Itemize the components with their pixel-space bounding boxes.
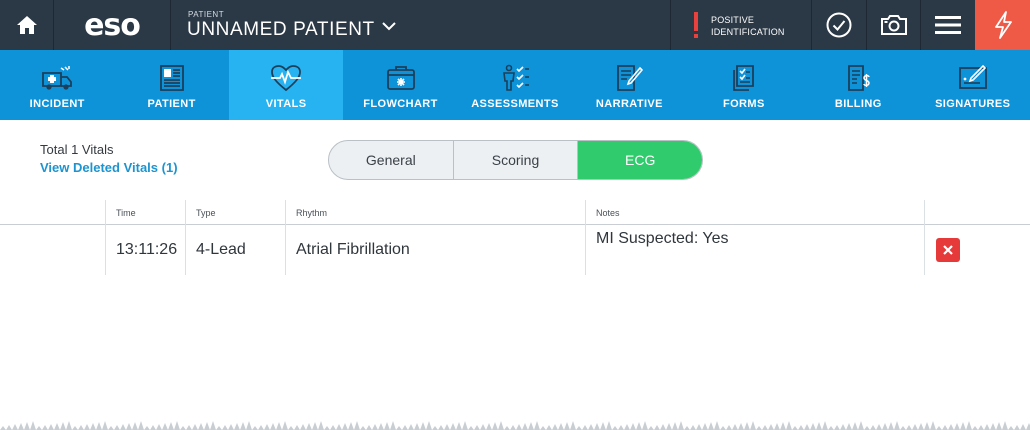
ambulance-icon	[42, 66, 73, 90]
tab-flowchart[interactable]: FLOWCHART	[343, 50, 457, 120]
patient-card-icon	[159, 65, 184, 91]
tab-vitals-label: VITALS	[265, 98, 307, 110]
hamburger-menu-icon	[935, 16, 961, 34]
close-icon	[943, 245, 953, 255]
home-icon	[16, 16, 37, 34]
checklist-form-icon	[732, 65, 754, 91]
patient-caption: PATIENT	[188, 10, 225, 19]
billing-document-icon	[848, 65, 871, 91]
top-bar: eso PATIENT UNNAMED PATIENT POSITIVE IDE…	[0, 0, 1030, 50]
logo-text: eso	[84, 7, 141, 43]
vitals-view-segmented-control: General Scoring ECG	[328, 140, 703, 180]
tab-forms-label: FORMS	[722, 98, 765, 110]
segment-ecg[interactable]: ECG	[578, 141, 702, 179]
view-deleted-vitals-link[interactable]: View Deleted Vitals (1)	[40, 160, 178, 175]
tab-patient-label: PATIENT	[147, 98, 196, 110]
torn-edge-decoration	[0, 421, 1030, 430]
section-nav: INCIDENT PATIENT VITALS FLOWCHART ASSESS…	[0, 50, 1030, 120]
tab-assessments[interactable]: ASSESSMENTS	[458, 50, 572, 120]
tab-signatures-label: SIGNATURES	[935, 98, 1011, 110]
lightning-icon	[994, 11, 1012, 39]
tab-billing[interactable]: BILLING	[801, 50, 915, 120]
camera-icon	[881, 15, 907, 35]
tab-assessments-label: ASSESSMENTS	[471, 98, 559, 110]
cell-rhythm: Atrial Fibrillation	[285, 225, 585, 275]
tab-incident-label: INCIDENT	[29, 98, 85, 110]
segment-scoring[interactable]: Scoring	[454, 141, 579, 179]
app-window: eso PATIENT UNNAMED PATIENT POSITIVE IDE…	[0, 0, 1030, 430]
tab-narrative[interactable]: NARRATIVE	[572, 50, 686, 120]
cell-actions	[924, 225, 1030, 275]
tab-billing-label: BILLING	[834, 98, 882, 110]
positive-identification-button[interactable]: POSITIVE IDENTIFICATION	[670, 0, 810, 50]
tab-patient[interactable]: PATIENT	[114, 50, 228, 120]
table-header: Time Type Rhythm Notes	[0, 200, 1030, 225]
signature-icon	[958, 64, 987, 89]
positive-identification-label: POSITIVE IDENTIFICATION	[711, 14, 785, 38]
patient-selector[interactable]: PATIENT UNNAMED PATIENT	[172, 0, 412, 50]
medical-case-icon	[386, 66, 415, 90]
segment-general[interactable]: General	[329, 141, 454, 179]
cell-type: 4-Lead	[185, 225, 285, 275]
heart-pulse-icon	[271, 65, 302, 92]
column-header-type: Type	[185, 200, 285, 225]
patient-name: UNNAMED PATIENT	[187, 19, 375, 40]
tab-narrative-label: NARRATIVE	[595, 98, 663, 110]
complete-button[interactable]	[811, 0, 866, 50]
column-header-time: Time	[105, 200, 185, 225]
tab-incident[interactable]: INCIDENT	[0, 50, 114, 120]
cell-notes: MI Suspected: Yes	[585, 225, 925, 275]
logo: eso	[53, 0, 171, 50]
tab-signatures[interactable]: SIGNATURES	[916, 50, 1030, 120]
table-row[interactable]: 13:11:26 4-Lead Atrial Fibrillation MI S…	[0, 225, 1030, 275]
check-circle-icon	[826, 12, 852, 38]
ecg-table: Time Type Rhythm Notes 13:11:26 4-Lead A…	[0, 200, 1030, 275]
tab-vitals[interactable]: VITALS	[228, 50, 344, 120]
home-button[interactable]	[0, 0, 53, 50]
column-header-rhythm: Rhythm	[285, 200, 585, 225]
vitals-summary: Total 1 Vitals View Deleted Vitals (1)	[40, 142, 178, 175]
tab-flowchart-label: FLOWCHART	[363, 98, 438, 110]
alert-icon	[694, 12, 698, 31]
delete-row-button[interactable]	[936, 238, 960, 262]
chevron-down-icon	[382, 22, 396, 31]
camera-button[interactable]	[866, 0, 921, 50]
positive-id-line1: POSITIVE	[711, 15, 755, 25]
document-pen-icon	[617, 65, 644, 91]
column-header-actions	[924, 200, 1030, 225]
positive-id-line2: IDENTIFICATION	[711, 27, 785, 37]
body-checklist-icon	[503, 64, 529, 91]
column-header-notes: Notes	[585, 200, 925, 225]
tab-forms[interactable]: FORMS	[687, 50, 801, 120]
cell-time: 13:11:26	[105, 225, 185, 275]
alert-dot	[694, 34, 698, 38]
quick-action-button[interactable]	[975, 0, 1030, 50]
menu-button[interactable]	[920, 0, 975, 50]
total-vitals-count: Total 1 Vitals	[40, 142, 114, 157]
